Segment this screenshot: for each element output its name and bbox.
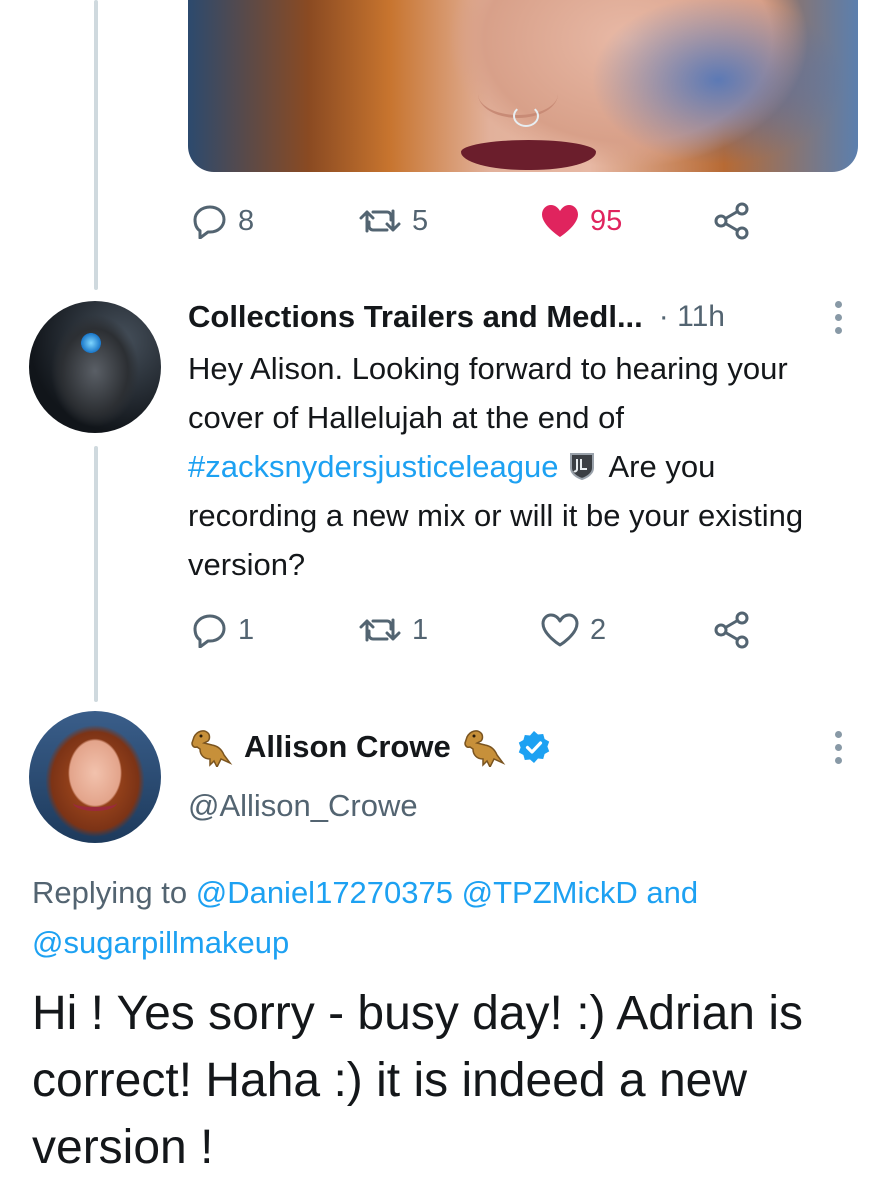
timestamp[interactable]: · 11h [659, 300, 725, 334]
replying-to-line: Replying to @Daniel17270375 @TPZMickD an… [32, 868, 852, 968]
reply-icon [193, 614, 226, 648]
retweet-icon [359, 618, 401, 642]
justice-league-emoji-icon [569, 453, 594, 480]
tweet-text: Hey Alison. Looking forward to hearing y… [188, 344, 838, 589]
tweet-actions-bar: 8 5 95 [188, 201, 788, 241]
reply-button[interactable]: 1 [192, 610, 254, 650]
tweet-header: Collections Trailers and Medl... · 11h [188, 293, 838, 341]
like-button[interactable]: 95 [540, 201, 622, 241]
mention-link[interactable]: @sugarpillmakeup [32, 925, 289, 960]
retweet-button[interactable]: 1 [358, 610, 428, 650]
thread-connector-line [94, 0, 98, 290]
mention-link[interactable]: @Daniel17270375 [196, 875, 453, 910]
reply-count: 1 [238, 613, 255, 646]
tweet-header: Allison Crowe [188, 722, 551, 772]
retweet-icon [359, 209, 401, 233]
retweet-count: 1 [412, 613, 429, 646]
like-button[interactable]: 2 [540, 610, 606, 650]
tweet-text: Hi ! Yes sorry - busy day! :) Adrian is … [32, 987, 803, 1174]
retweet-count: 5 [412, 204, 429, 237]
photo-detail [513, 105, 539, 127]
avatar[interactable] [29, 711, 161, 843]
more-options-icon[interactable] [833, 301, 843, 334]
share-icon [714, 611, 749, 649]
avatar-detail [73, 795, 117, 811]
more-options-icon[interactable] [833, 731, 843, 764]
heart-filled-icon [542, 205, 578, 237]
thread-connector-line [94, 446, 98, 702]
display-name[interactable]: Allison Crowe [244, 729, 451, 765]
tweet-text-segment: Hey Alison. Looking forward to hearing y… [188, 351, 788, 435]
heart-outline-icon [541, 613, 579, 647]
mention-link[interactable]: @TPZMickD [462, 875, 638, 910]
share-button[interactable] [712, 610, 752, 650]
photo-detail [461, 140, 596, 170]
share-icon [714, 202, 749, 240]
like-count: 2 [590, 613, 607, 646]
retweet-button[interactable]: 5 [358, 201, 428, 241]
user-handle[interactable]: @Allison_Crowe [188, 788, 418, 824]
like-count: 95 [590, 204, 623, 237]
verified-badge-icon [518, 731, 549, 763]
dinosaur-emoji-icon [191, 730, 233, 767]
display-name[interactable]: Collections Trailers and Medl... [188, 299, 643, 335]
reply-button[interactable]: 8 [192, 201, 254, 241]
tweet-media-image[interactable] [188, 0, 858, 172]
replying-prefix: Replying to [32, 875, 188, 910]
avatar[interactable] [29, 301, 161, 433]
tweet-actions-bar: 1 1 2 [188, 610, 788, 650]
hashtag-link[interactable]: #zacksnydersjusticeleague [188, 449, 559, 484]
share-button[interactable] [712, 201, 752, 241]
reply-count: 8 [238, 204, 255, 237]
dinosaur-emoji-icon [463, 730, 506, 767]
reply-icon [193, 205, 226, 239]
mention-link-and[interactable]: and [646, 875, 698, 910]
